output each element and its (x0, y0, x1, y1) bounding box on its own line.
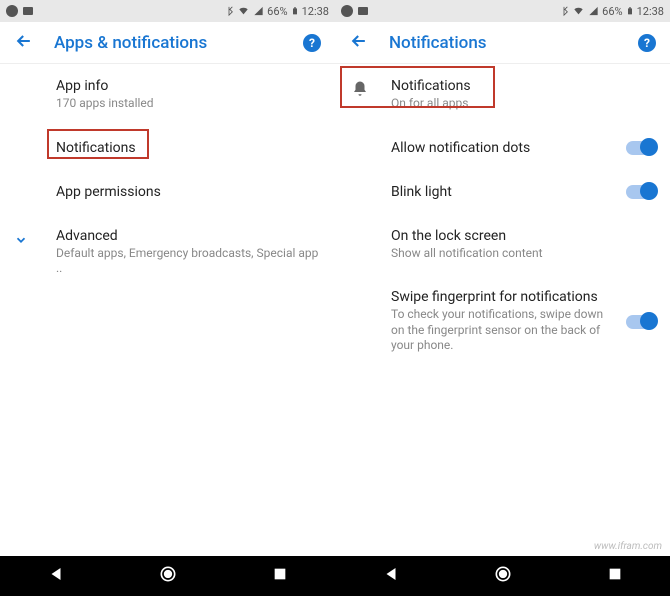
row-title: Blink light (391, 184, 614, 200)
watermark: www.ifram.com (594, 541, 662, 552)
battery-percent: 66% (602, 5, 622, 18)
screen-notifications: 66% 12:38 Notifications ? Notifications … (335, 0, 670, 596)
help-icon[interactable]: ? (638, 34, 656, 52)
nav-back-icon[interactable] (47, 565, 65, 587)
spotify-icon (6, 5, 18, 17)
row-app-info[interactable]: App info 170 apps installed (0, 64, 335, 126)
photos-icon (22, 5, 34, 17)
battery-icon (626, 5, 634, 17)
battery-percent: 66% (267, 5, 287, 18)
app-header: Notifications ? (335, 22, 670, 64)
row-allow-dots[interactable]: Allow notification dots (335, 126, 670, 170)
wifi-icon (237, 6, 250, 16)
row-subtitle: Show all notification content (391, 246, 656, 262)
row-blink-light[interactable]: Blink light (335, 170, 670, 214)
row-title: On the lock screen (391, 228, 656, 244)
wifi-icon (572, 6, 585, 16)
navigation-bar (0, 556, 335, 596)
row-swipe-fingerprint[interactable]: Swipe fingerprint for notifications To c… (335, 275, 670, 368)
row-notifications[interactable]: Notifications (0, 126, 335, 170)
nav-home-icon[interactable] (493, 564, 513, 588)
page-title: Notifications (389, 33, 638, 53)
row-title: App info (56, 78, 321, 94)
spotify-icon (341, 5, 353, 17)
status-bar: 66% 12:38 (0, 0, 335, 22)
signal-icon (253, 6, 264, 16)
page-title: Apps & notifications (54, 33, 303, 53)
signal-icon (588, 6, 599, 16)
row-notifications-header[interactable]: Notifications On for all apps (335, 64, 670, 126)
row-title: Notifications (56, 140, 321, 156)
toggle-switch[interactable] (626, 315, 656, 329)
row-advanced[interactable]: Advanced Default apps, Emergency broadca… (0, 214, 335, 291)
back-arrow-icon[interactable] (349, 31, 369, 55)
row-title: Allow notification dots (391, 140, 614, 156)
row-title: Notifications (391, 78, 656, 94)
row-title: Advanced (56, 228, 321, 244)
chevron-down-icon (14, 232, 28, 251)
toggle-switch[interactable] (626, 141, 656, 155)
row-app-permissions[interactable]: App permissions (0, 170, 335, 214)
clock: 12:38 (302, 5, 329, 18)
row-subtitle: 170 apps installed (56, 96, 321, 112)
help-icon[interactable]: ? (303, 34, 321, 52)
row-subtitle: On for all apps (391, 96, 656, 112)
nav-home-icon[interactable] (158, 564, 178, 588)
bluetooth-icon (224, 5, 234, 17)
back-arrow-icon[interactable] (14, 31, 34, 55)
row-subtitle: To check your notifications, swipe down … (391, 307, 611, 354)
nav-back-icon[interactable] (382, 565, 400, 587)
navigation-bar (335, 556, 670, 596)
screen-apps-notifications: 66% 12:38 Apps & notifications ? App inf… (0, 0, 335, 596)
row-title: Swipe fingerprint for notifications (391, 289, 614, 305)
clock: 12:38 (637, 5, 664, 18)
row-lock-screen[interactable]: On the lock screen Show all notification… (335, 214, 670, 276)
nav-recent-icon[interactable] (607, 566, 623, 586)
app-header: Apps & notifications ? (0, 22, 335, 64)
battery-icon (291, 5, 299, 17)
photos-icon (357, 5, 369, 17)
bell-icon (351, 80, 369, 102)
status-bar: 66% 12:38 (335, 0, 670, 22)
nav-recent-icon[interactable] (272, 566, 288, 586)
row-subtitle: Default apps, Emergency broadcasts, Spec… (56, 246, 321, 277)
bluetooth-icon (559, 5, 569, 17)
toggle-switch[interactable] (626, 185, 656, 199)
row-title: App permissions (56, 184, 321, 200)
